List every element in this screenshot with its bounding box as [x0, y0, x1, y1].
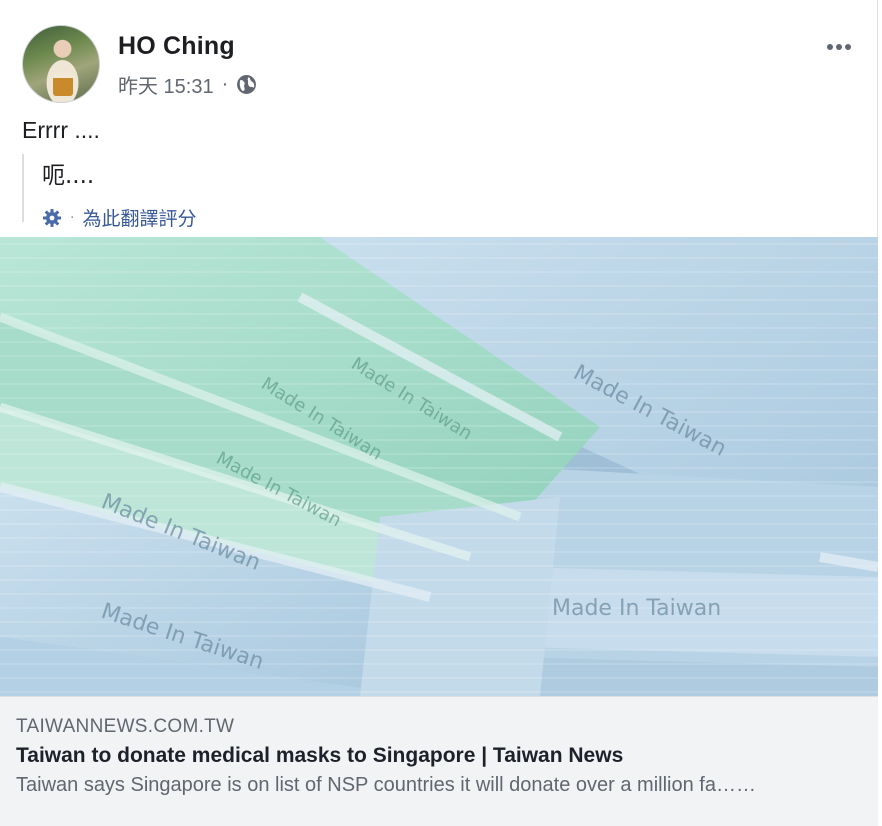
rate-translation-link[interactable]: · 為此翻譯評分 [42, 204, 196, 231]
translated-text: 呃.... [42, 163, 95, 189]
avatar[interactable] [22, 25, 100, 103]
link-preview-image[interactable]: Made In Taiwan Made In Taiwan Made In Ta… [0, 237, 878, 696]
author-name[interactable]: HO Ching [118, 32, 235, 61]
meta-separator: · [221, 73, 229, 95]
post-header: HO Ching 昨天 15:31 · [22, 25, 861, 105]
link-title[interactable]: Taiwan to donate medical masks to Singap… [16, 744, 862, 768]
gear-icon [43, 208, 61, 227]
globe-icon[interactable] [236, 74, 257, 95]
translation-block: 呃.... · 為此翻譯評分 [22, 154, 196, 230]
avatar-photo-detail [53, 74, 73, 96]
link-domain: TAIWANNEWS.COM.TW [16, 716, 235, 737]
post-text: Errrr .... [22, 117, 100, 143]
more-options-icon[interactable] [819, 33, 859, 61]
link-preview-caption[interactable]: TAIWANNEWS.COM.TW Taiwan to donate medic… [0, 696, 878, 826]
post-card: HO Ching 昨天 15:31 · Errrr .... 呃.... · 為… [0, 0, 878, 826]
mask-emboss-text: Made In Taiwan [552, 596, 721, 621]
surgical-masks-photo: Made In Taiwan Made In Taiwan Made In Ta… [0, 237, 878, 696]
post-meta: 昨天 15:31 · [118, 70, 257, 99]
rate-translation-label: 為此翻譯評分 [82, 208, 197, 230]
rate-separator: · [70, 209, 75, 226]
link-description: Taiwan says Singapore is on list of NSP … [16, 774, 756, 796]
timestamp[interactable]: 昨天 15:31 [118, 70, 214, 99]
